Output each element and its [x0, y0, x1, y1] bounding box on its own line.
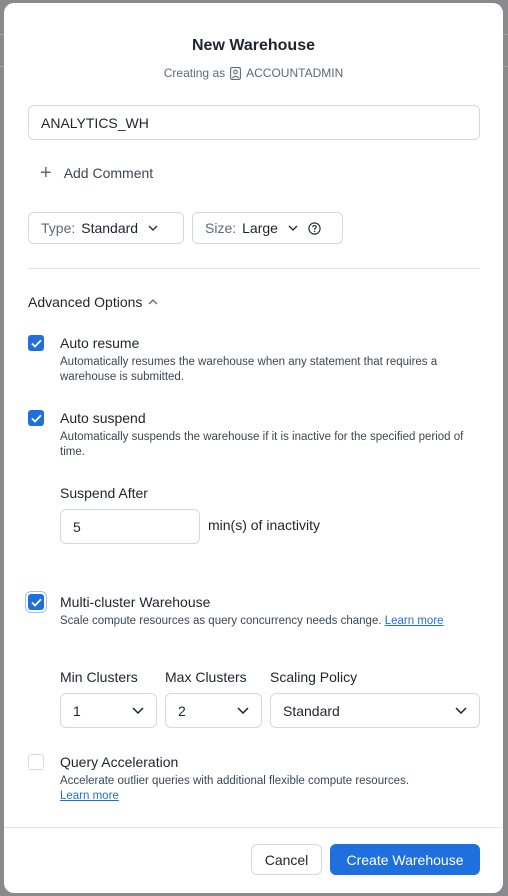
max-clusters-select[interactable]: 2 — [165, 693, 262, 728]
check-icon — [30, 414, 42, 423]
query-acceleration-learn-more-link[interactable]: Learn more — [60, 790, 119, 802]
help-icon[interactable] — [308, 221, 321, 235]
auto-resume-title: Auto resume — [60, 335, 140, 351]
create-warehouse-button[interactable]: Create Warehouse — [330, 844, 480, 875]
chevron-down-icon — [237, 707, 249, 714]
type-select-label: Type: — [41, 220, 76, 236]
warehouse-name-input[interactable] — [28, 105, 480, 140]
query-acceleration-title: Query Acceleration — [60, 754, 179, 770]
suspend-after-label: Suspend After — [60, 485, 148, 501]
size-select[interactable]: Size: Large — [192, 212, 343, 244]
query-acceleration-description-block: Accelerate outlier queries with addition… — [60, 774, 472, 804]
chevron-down-icon — [288, 225, 298, 231]
max-clusters-value: 2 — [178, 702, 186, 719]
dialog-title: New Warehouse — [192, 37, 315, 54]
auto-resume-checkbox[interactable] — [28, 335, 44, 351]
advanced-options-toggle[interactable]: Advanced Options — [28, 294, 158, 310]
role-name: ACCOUNTADMIN — [246, 66, 344, 80]
advanced-options-label: Advanced Options — [28, 294, 143, 310]
auto-suspend-description: Automatically suspends the warehouse if … — [60, 431, 464, 458]
multi-cluster-checkbox[interactable] — [28, 594, 44, 610]
min-clusters-select[interactable]: 1 — [60, 693, 157, 728]
footer-divider — [4, 827, 503, 828]
type-select-value: Standard — [81, 220, 139, 236]
chevron-up-icon — [148, 299, 158, 305]
scaling-policy-label: Scaling Policy — [270, 669, 358, 685]
section-divider — [28, 268, 480, 269]
creating-as-prefix: Creating as — [163, 66, 226, 80]
max-clusters-label: Max Clusters — [165, 669, 247, 685]
auto-suspend-checkbox[interactable] — [28, 410, 44, 426]
add-comment-button[interactable]: + Add Comment — [40, 163, 153, 183]
query-acceleration-checkbox[interactable] — [28, 754, 44, 770]
multi-cluster-description-block: Scale compute resources as query concurr… — [60, 614, 472, 629]
check-icon — [30, 339, 42, 348]
new-warehouse-dialog: New Warehouse Creating as ACCOUNTADMIN +… — [4, 3, 503, 893]
query-acceleration-description: Accelerate outlier queries with addition… — [60, 775, 410, 787]
scaling-policy-value: Standard — [283, 702, 340, 719]
chevron-down-icon — [132, 707, 144, 714]
check-icon — [30, 598, 42, 607]
cancel-button[interactable]: Cancel — [251, 844, 322, 875]
user-role-icon — [230, 66, 242, 80]
size-select-value: Large — [242, 220, 278, 236]
add-comment-label: Add Comment — [63, 165, 154, 181]
type-select[interactable]: Type: Standard — [28, 212, 184, 244]
chevron-down-icon — [148, 225, 158, 231]
multi-cluster-learn-more-link[interactable]: Learn more — [385, 615, 444, 627]
scaling-policy-select[interactable]: Standard — [270, 693, 480, 728]
min-clusters-value: 1 — [73, 702, 81, 719]
plus-icon: + — [40, 162, 52, 184]
suspend-after-input[interactable] — [60, 509, 200, 544]
size-select-label: Size: — [205, 220, 237, 236]
multi-cluster-title: Multi-cluster Warehouse — [60, 594, 211, 610]
auto-suspend-title: Auto suspend — [60, 410, 146, 426]
creating-as-line: Creating as ACCOUNTADMIN — [4, 66, 503, 80]
min-clusters-label: Min Clusters — [60, 669, 138, 685]
chevron-down-icon — [455, 707, 467, 714]
multi-cluster-description: Scale compute resources as query concurr… — [60, 615, 382, 627]
suspend-unit-label: min(s) of inactivity — [208, 517, 321, 533]
auto-resume-description: Automatically resumes the warehouse when… — [60, 356, 438, 383]
